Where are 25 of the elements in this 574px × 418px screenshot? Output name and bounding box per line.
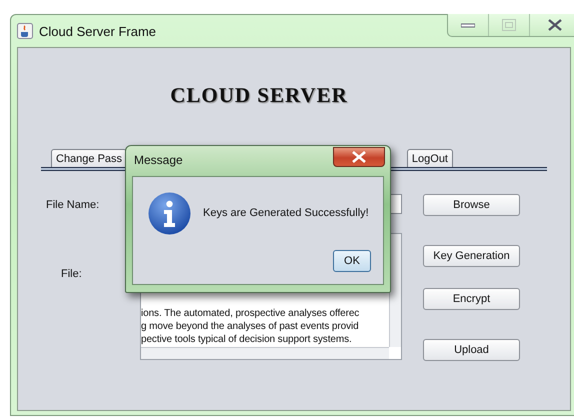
browse-button[interactable]: Browse (423, 194, 520, 216)
close-button[interactable] (333, 147, 385, 167)
coffee-cup-icon (17, 23, 33, 39)
field-label: File Name: (45, 199, 100, 211)
vertical-scrollbar[interactable] (389, 234, 401, 347)
action-button[interactable]: Encrypt (423, 288, 520, 310)
tab[interactable]: Change Pass (51, 149, 128, 167)
text-line: ions. The automated, prospective analyses offerec (141, 307, 360, 320)
text-line: g move beyond the analyses of past events provid (141, 320, 360, 333)
close-icon (351, 151, 367, 163)
maximize-icon (502, 19, 516, 31)
action-button[interactable]: Key Generation (423, 245, 520, 267)
field-label: File: (60, 268, 83, 280)
window-title: Cloud Server Frame (39, 24, 156, 38)
action-button[interactable]: Upload (423, 339, 520, 361)
tab[interactable]: LogOut (406, 149, 453, 167)
info-icon (148, 192, 191, 235)
dialog-message: Keys are Generated Successfully! (203, 207, 369, 219)
app-heading: CLOUD SERVER (169, 83, 349, 108)
text-line: pective tools typical of decision support systems. (141, 333, 353, 346)
horizontal-scrollbar[interactable] (141, 347, 389, 359)
dialog-title: Message (134, 153, 183, 167)
minimize-icon (461, 22, 475, 28)
close-icon (548, 19, 562, 31)
ok-button[interactable]: OK (333, 250, 371, 272)
